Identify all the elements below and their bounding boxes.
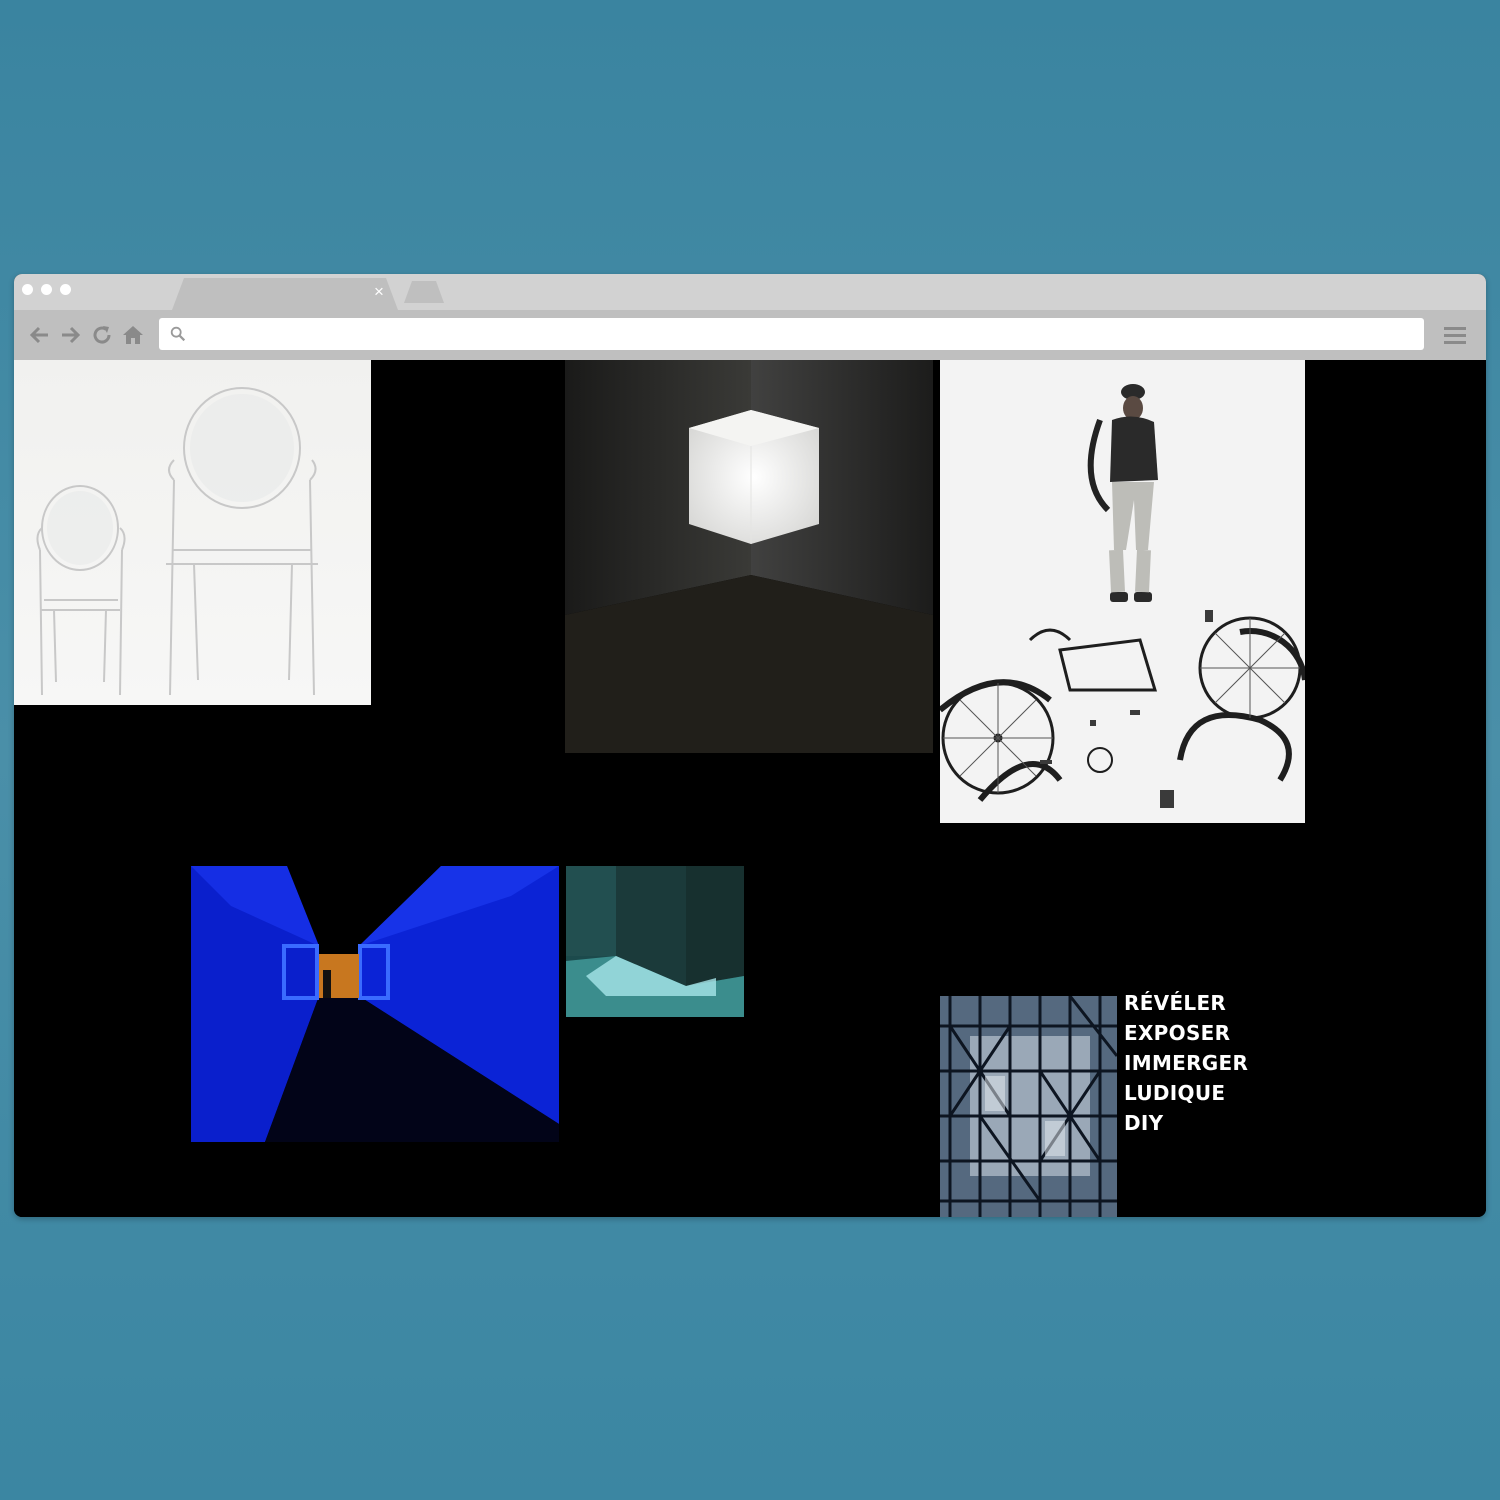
bicycle-parts-image [940,360,1305,823]
window-dot-icon[interactable] [60,284,71,295]
browser-toolbar [14,310,1486,360]
tab-bar: × [14,274,1486,310]
browser-tab[interactable] [172,278,398,310]
blue-light-corridor-image [191,866,559,1142]
search-icon [170,326,186,342]
window-dot-icon[interactable] [22,284,33,295]
keyword-exposer: EXPOSER [1124,1021,1231,1045]
light-cube-image [565,360,933,753]
keyword-list: RÉVÉLER EXPOSER IMMERGER LUDIQUE DIY [1124,988,1248,1138]
steel-structure-image [940,996,1117,1217]
keyword-diy: DIY [1124,1111,1164,1135]
keyword-immerger: IMMERGER [1124,1051,1249,1075]
home-icon[interactable] [121,323,145,347]
keyword-reveler: RÉVÉLER [1124,991,1227,1015]
window-dot-icon[interactable] [41,284,52,295]
teal-light-volume-image [566,866,744,1017]
moodboard-page: RÉVÉLER EXPOSER IMMERGER LUDIQUE DIY [14,360,1486,1217]
new-tab-button[interactable] [404,281,444,303]
browser-window: × RÉVÉLER EXPOSER IMMERGER LUDIQUE DIY [14,274,1486,1217]
hamburger-menu-icon[interactable] [1444,323,1466,347]
close-tab-icon[interactable]: × [374,282,384,302]
ghost-chairs-image [14,360,371,705]
keyword-ludique: LUDIQUE [1124,1081,1226,1105]
address-bar[interactable] [159,318,1424,350]
back-arrow-icon[interactable] [28,323,52,347]
forward-arrow-icon[interactable] [58,323,82,347]
reload-icon[interactable] [90,323,114,347]
